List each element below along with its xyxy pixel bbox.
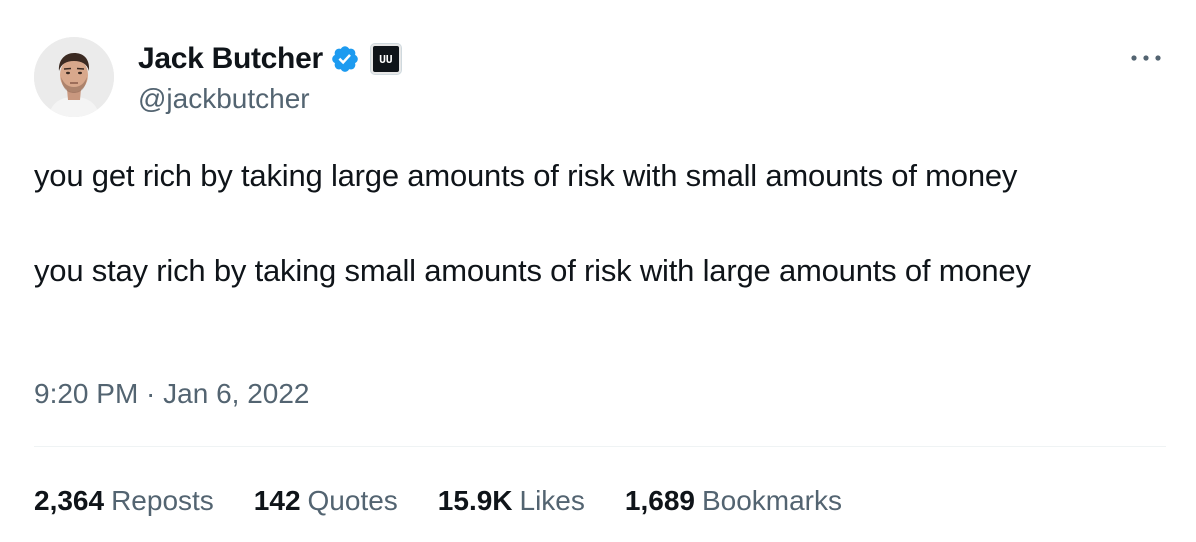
quotes-stat[interactable]: 142 Quotes: [254, 482, 398, 520]
likes-count: 15.9K: [437, 485, 513, 516]
tweet-card: Jack Butcher UU @jackbutcher you get ric…: [0, 0, 1196, 542]
affiliate-badge[interactable]: UU: [369, 43, 402, 75]
avatar-image: [34, 37, 114, 117]
likes-label: Likes: [519, 485, 585, 516]
tweet-text: you get rich by taking large amounts of …: [34, 152, 1174, 294]
quotes-count: 142: [253, 485, 301, 516]
bookmarks-count: 1,689: [624, 485, 695, 516]
quotes-label: Quotes: [307, 485, 398, 516]
author-name-row: Jack Butcher UU: [138, 40, 402, 78]
avatar[interactable]: [34, 37, 114, 117]
tweet-paragraph: you get rich by taking large amounts of …: [34, 158, 1018, 193]
more-options-button[interactable]: [1126, 46, 1166, 70]
tweet-paragraph: you stay rich by taking small amounts of…: [34, 253, 1031, 288]
tweet-timestamp[interactable]: 9:20 PM · Jan 6, 2022: [34, 376, 310, 412]
more-horizontal-icon: [1131, 55, 1161, 61]
reposts-stat[interactable]: 2,364 Reposts: [34, 482, 214, 520]
author-handle[interactable]: @jackbutcher: [138, 82, 310, 116]
author-display-name[interactable]: Jack Butcher: [138, 40, 323, 78]
bookmarks-stat[interactable]: 1,689 Bookmarks: [625, 482, 842, 520]
affiliate-badge-text: UU: [379, 52, 393, 66]
bookmarks-label: Bookmarks: [701, 485, 843, 516]
reposts-count: 2,364: [34, 485, 105, 516]
verified-badge-icon[interactable]: [330, 44, 360, 74]
reposts-label: Reposts: [111, 485, 214, 516]
likes-stat[interactable]: 15.9K Likes: [438, 482, 585, 520]
divider: [34, 446, 1166, 447]
engagement-stats: 2,364 Reposts 142 Quotes 15.9K Likes 1,689 B…: [34, 482, 882, 520]
